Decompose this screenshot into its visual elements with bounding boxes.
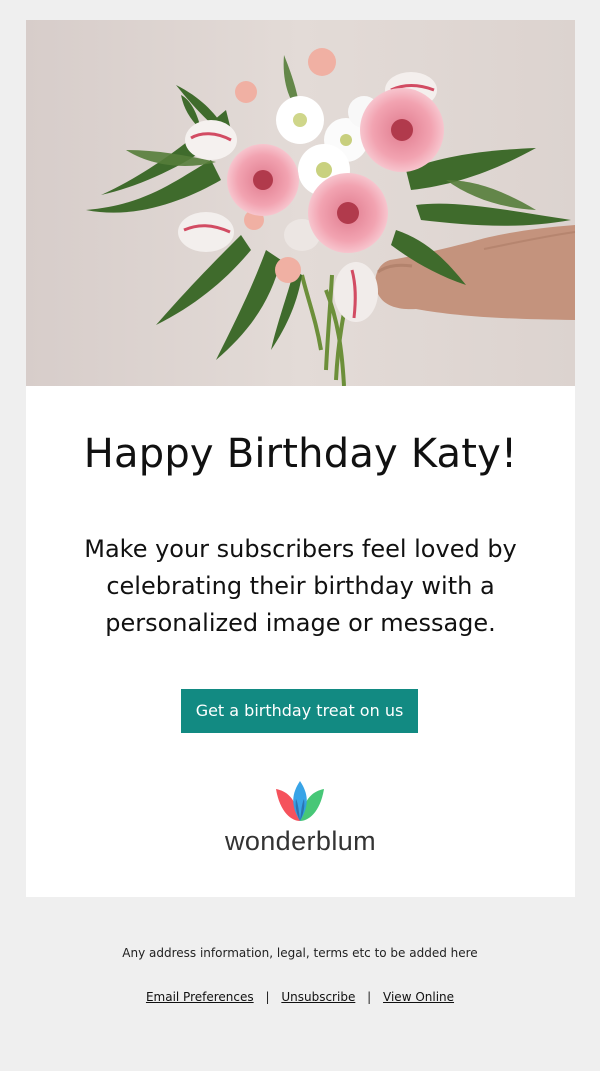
unsubscribe-link[interactable]: Unsubscribe [281,990,355,1004]
page-title: Happy Birthday Katy! [83,431,518,477]
birthday-message: Make your subscribers feel loved by cele… [26,531,575,642]
email-preferences-link[interactable]: Email Preferences [146,990,254,1004]
brand-wordmark: wonderblum [224,826,377,856]
birthday-treat-button[interactable]: Get a birthday treat on us [181,689,418,733]
link-separator: | [367,990,372,1004]
view-online-link[interactable]: View Online [383,990,454,1004]
hero-image [26,20,575,386]
email-card: Happy Birthday Katy! Make your subscribe… [26,20,575,897]
message-line: personalized image or message. [105,609,496,637]
message-line: Make your subscribers feel loved by [84,535,517,563]
link-separator: | [265,990,270,1004]
footer-links: Email Preferences | Unsubscribe | View O… [0,988,600,1006]
wonderblum-logo-icon [276,781,324,821]
message-line: celebrating their birthday with a [106,572,495,600]
footer-legal-text: Any address information, legal, terms et… [122,946,478,960]
